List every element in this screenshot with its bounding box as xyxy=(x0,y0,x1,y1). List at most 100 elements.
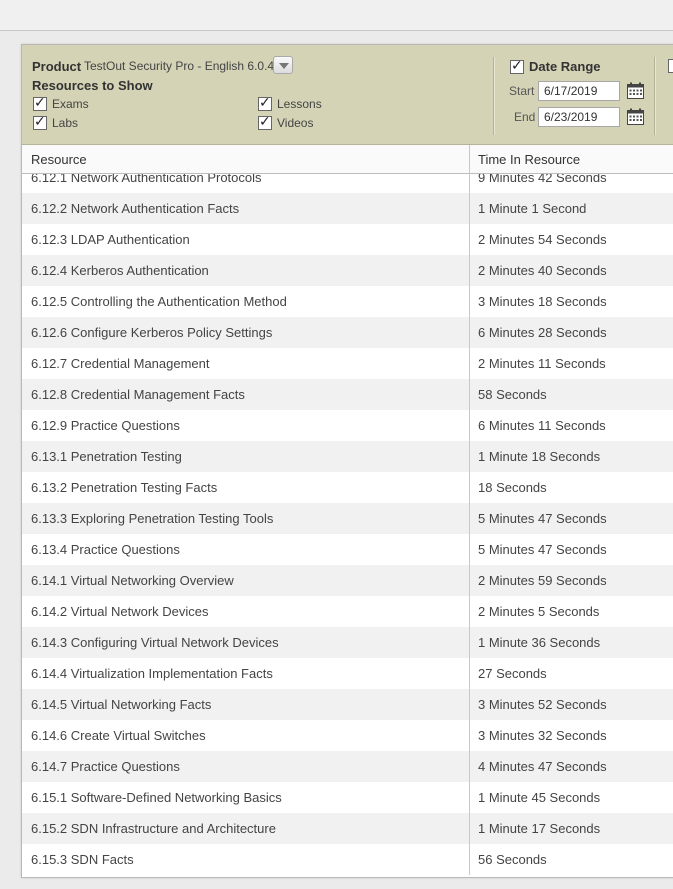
time-cell: 2 Minutes 40 Seconds xyxy=(478,263,607,278)
time-cell: 27 Seconds xyxy=(478,666,547,681)
time-cell: 4 Minutes 47 Seconds xyxy=(478,759,607,774)
exams-label: Exams xyxy=(52,97,89,111)
time-cell: 2 Minutes 54 Seconds xyxy=(478,232,607,247)
table-row[interactable]: 6.15.3 SDN Facts 56 Seconds xyxy=(22,844,673,875)
resource-cell: 6.14.5 Virtual Networking Facts xyxy=(31,697,212,712)
table-row[interactable]: 6.14.7 Practice Questions 4 Minutes 47 Se… xyxy=(22,751,673,782)
resource-cell: 6.12.7 Credential Management xyxy=(31,356,210,371)
chevron-down-icon xyxy=(279,63,289,69)
checkbox-box[interactable]: ✓ xyxy=(258,113,272,130)
videos-label: Videos xyxy=(277,116,314,130)
table-row[interactable]: 6.12.2 Network Authentication Facts 1 Min… xyxy=(22,193,673,224)
resource-cell: 6.12.2 Network Authentication Facts xyxy=(31,201,240,216)
table-row[interactable]: 6.13.3 Exploring Penetration Testing Too… xyxy=(22,503,673,534)
labs-checkbox[interactable]: ✓ Labs xyxy=(33,113,78,130)
column-divider xyxy=(469,689,470,720)
column-divider xyxy=(469,224,470,255)
table-row[interactable]: 6.14.4 Virtualization Implementation Fac… xyxy=(22,658,673,689)
resource-cell: 6.13.1 Penetration Testing xyxy=(31,449,182,464)
time-cell: 2 Minutes 59 Seconds xyxy=(478,573,607,588)
checkbox-box[interactable]: ✓ xyxy=(258,94,272,111)
resource-cell: 6.12.1 Network Authentication Protocols xyxy=(31,174,262,185)
table-row[interactable]: 6.15.1 Software-Defined Networking Basic… xyxy=(22,782,673,813)
end-date-input[interactable]: 6/23/2019 xyxy=(538,107,620,127)
calendar-icon[interactable] xyxy=(627,108,644,125)
column-divider xyxy=(469,145,470,174)
lessons-checkbox[interactable]: ✓ Lessons xyxy=(258,94,322,111)
column-divider xyxy=(469,286,470,317)
time-cell: 1 Minute 17 Seconds xyxy=(478,821,601,836)
column-divider xyxy=(469,720,470,751)
checkbox-box[interactable]: ✓ xyxy=(510,57,524,74)
time-cell: 56 Seconds xyxy=(478,852,547,867)
column-divider xyxy=(469,317,470,348)
time-cell: 3 Minutes 32 Seconds xyxy=(478,728,607,743)
column-header-resource[interactable]: Resource xyxy=(31,152,87,167)
resource-cell: 6.14.1 Virtual Networking Overview xyxy=(31,573,234,588)
column-divider xyxy=(469,534,470,565)
end-label: End xyxy=(514,110,536,124)
start-label: Start xyxy=(509,84,535,98)
table-row[interactable]: 6.12.1 Network Authentication Protocols 9… xyxy=(22,174,673,193)
table-row[interactable]: 6.15.2 SDN Infrastructure and Architectu… xyxy=(22,813,673,844)
time-cell: 2 Minutes 11 Seconds xyxy=(478,356,606,371)
column-divider xyxy=(469,379,470,410)
time-cell: 6 Minutes 28 Seconds xyxy=(478,325,607,340)
resource-cell: 6.13.2 Penetration Testing Facts xyxy=(31,480,218,495)
table-row[interactable]: 6.12.9 Practice Questions 6 Minutes 11 Se… xyxy=(22,410,673,441)
table-row[interactable]: 6.14.6 Create Virtual Switches 3 Minutes … xyxy=(22,720,673,751)
lessons-label: Lessons xyxy=(277,97,322,111)
product-dropdown-button[interactable] xyxy=(273,56,293,74)
table-row[interactable]: 6.13.1 Penetration Testing 1 Minute 18 Se… xyxy=(22,441,673,472)
exams-checkbox[interactable]: ✓ Exams xyxy=(33,94,89,111)
table-row[interactable]: 6.12.6 Configure Kerberos Policy Setting… xyxy=(22,317,673,348)
column-divider xyxy=(469,627,470,658)
resource-cell: 6.13.3 Exploring Penetration Testing Too… xyxy=(31,511,274,526)
table-row[interactable]: 6.12.8 Credential Management Facts 58 Sec… xyxy=(22,379,673,410)
table-row[interactable]: 6.13.4 Practice Questions 5 Minutes 47 Se… xyxy=(22,534,673,565)
resource-cell: 6.13.4 Practice Questions xyxy=(31,542,180,557)
table-row[interactable]: 6.12.3 LDAP Authentication 2 Minutes 54 S… xyxy=(22,224,673,255)
column-divider xyxy=(469,174,470,193)
resource-cell: 6.12.5 Controlling the Authentication Me… xyxy=(31,294,287,309)
time-cell: 2 Minutes 5 Seconds xyxy=(478,604,600,619)
column-divider xyxy=(469,410,470,441)
table-row[interactable]: 6.14.3 Configuring Virtual Network Devic… xyxy=(22,627,673,658)
resource-cell: 6.15.3 SDN Facts xyxy=(31,852,134,867)
resource-cell: 6.12.9 Practice Questions xyxy=(31,418,180,433)
start-date-input[interactable]: 6/17/2019 xyxy=(538,81,620,101)
table-rows: 6.12.1 Network Authentication Protocols 9… xyxy=(22,174,673,875)
report-panel: Product TestOut Security Pro - English 6… xyxy=(21,44,673,878)
table-row[interactable]: 6.14.2 Virtual Network Devices 2 Minutes … xyxy=(22,596,673,627)
table-row[interactable]: 6.13.2 Penetration Testing Facts 18 Secon… xyxy=(22,472,673,503)
time-cell: 1 Minute 36 Seconds xyxy=(478,635,601,650)
column-divider xyxy=(469,503,470,534)
videos-checkbox[interactable]: ✓ Videos xyxy=(258,113,314,130)
column-divider xyxy=(469,813,470,844)
column-divider xyxy=(469,441,470,472)
table-row[interactable]: 6.12.7 Credential Management 2 Minutes 11… xyxy=(22,348,673,379)
column-divider xyxy=(469,565,470,596)
table-header: Resource Time In Resource xyxy=(22,145,673,174)
resource-cell: 6.14.4 Virtualization Implementation Fac… xyxy=(31,666,273,681)
time-cell: 9 Minutes 42 Seconds xyxy=(478,174,607,185)
checkbox-box[interactable]: ✓ xyxy=(33,94,47,111)
check-icon: ✓ xyxy=(259,113,271,129)
table-row[interactable]: 6.14.1 Virtual Networking Overview 2 Minu… xyxy=(22,565,673,596)
table-row[interactable]: 6.12.4 Kerberos Authentication 2 Minutes … xyxy=(22,255,673,286)
column-divider xyxy=(469,472,470,503)
resource-cell: 6.15.2 SDN Infrastructure and Architectu… xyxy=(31,821,276,836)
extra-checkbox[interactable] xyxy=(668,59,673,73)
time-cell: 1 Minute 18 Seconds xyxy=(478,449,601,464)
resource-cell: 6.12.4 Kerberos Authentication xyxy=(31,263,209,278)
time-cell: 1 Minute 45 Seconds xyxy=(478,790,601,805)
check-icon: ✓ xyxy=(34,113,46,129)
table-body[interactable]: 6.12.1 Network Authentication Protocols 9… xyxy=(22,174,673,877)
calendar-icon[interactable] xyxy=(627,82,644,99)
table-row[interactable]: 6.14.5 Virtual Networking Facts 3 Minutes… xyxy=(22,689,673,720)
table-row[interactable]: 6.12.5 Controlling the Authentication Me… xyxy=(22,286,673,317)
checkbox-box[interactable]: ✓ xyxy=(33,113,47,130)
resource-cell: 6.12.3 LDAP Authentication xyxy=(31,232,190,247)
column-header-time[interactable]: Time In Resource xyxy=(478,152,580,167)
date-range-checkbox[interactable]: ✓ Date Range xyxy=(510,57,601,74)
